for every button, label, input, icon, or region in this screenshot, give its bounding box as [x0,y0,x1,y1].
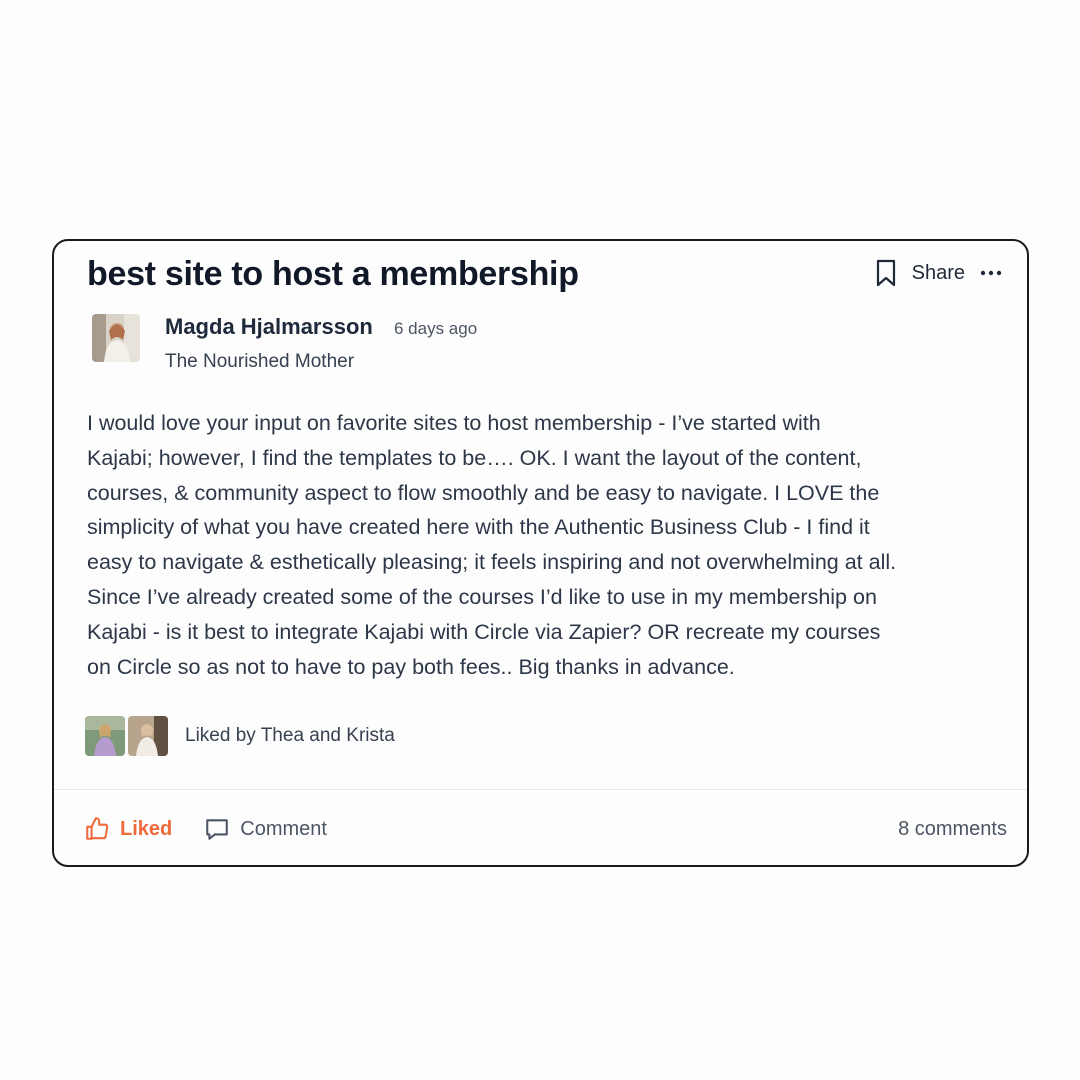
likers-row: Liked by Thea and Krista [85,716,395,756]
post-body-line: Since I’ve already created some of the c… [87,584,877,609]
post-body-line: I would love your input on favorite site… [87,411,821,435]
more-options-icon[interactable] [979,261,1003,285]
likers-text[interactable]: Liked by Thea and Krista [185,725,395,747]
like-label: Liked [120,817,173,840]
footer-divider [54,789,1027,790]
post-body: I would love your input on favorite site… [87,406,1007,684]
post-body-line: courses, & community aspect to flow smoo… [87,480,880,505]
thumbs-up-icon [86,817,109,840]
like-button[interactable]: Liked [84,816,172,842]
comment-count[interactable]: 8 comments [898,818,1007,841]
post-body-line: Kajabi - is it best to integrate Kajabi … [87,619,881,644]
liker-avatar[interactable] [128,716,168,756]
comment-label: Comment [240,817,327,840]
author-avatar[interactable] [92,314,140,362]
comment-icon [206,819,229,840]
post-body-line: simplicity of what you have created here… [87,515,870,540]
author-name[interactable]: Magda Hjalmarsson [165,314,373,340]
post-card: best site to host a membership Share Mag… [52,239,1029,867]
liker-avatar[interactable] [85,716,125,756]
post-body-line: on Circle so as not to have to pay both … [87,654,735,679]
bookmark-icon[interactable] [872,256,900,290]
post-actions: Share [872,256,1003,290]
comment-button[interactable]: Comment [204,816,327,842]
post-footer: Liked Comment 8 comments [84,814,1007,844]
post-timestamp: 6 days ago [394,319,478,338]
share-button[interactable]: Share [912,262,965,285]
post-title: best site to host a membership [87,255,579,293]
post-body-line: easy to navigate & esthetically pleasing… [87,550,897,575]
author-organization: The Nourished Mother [165,351,355,372]
post-body-line: Kajabi; however, I find the templates to… [87,445,862,470]
